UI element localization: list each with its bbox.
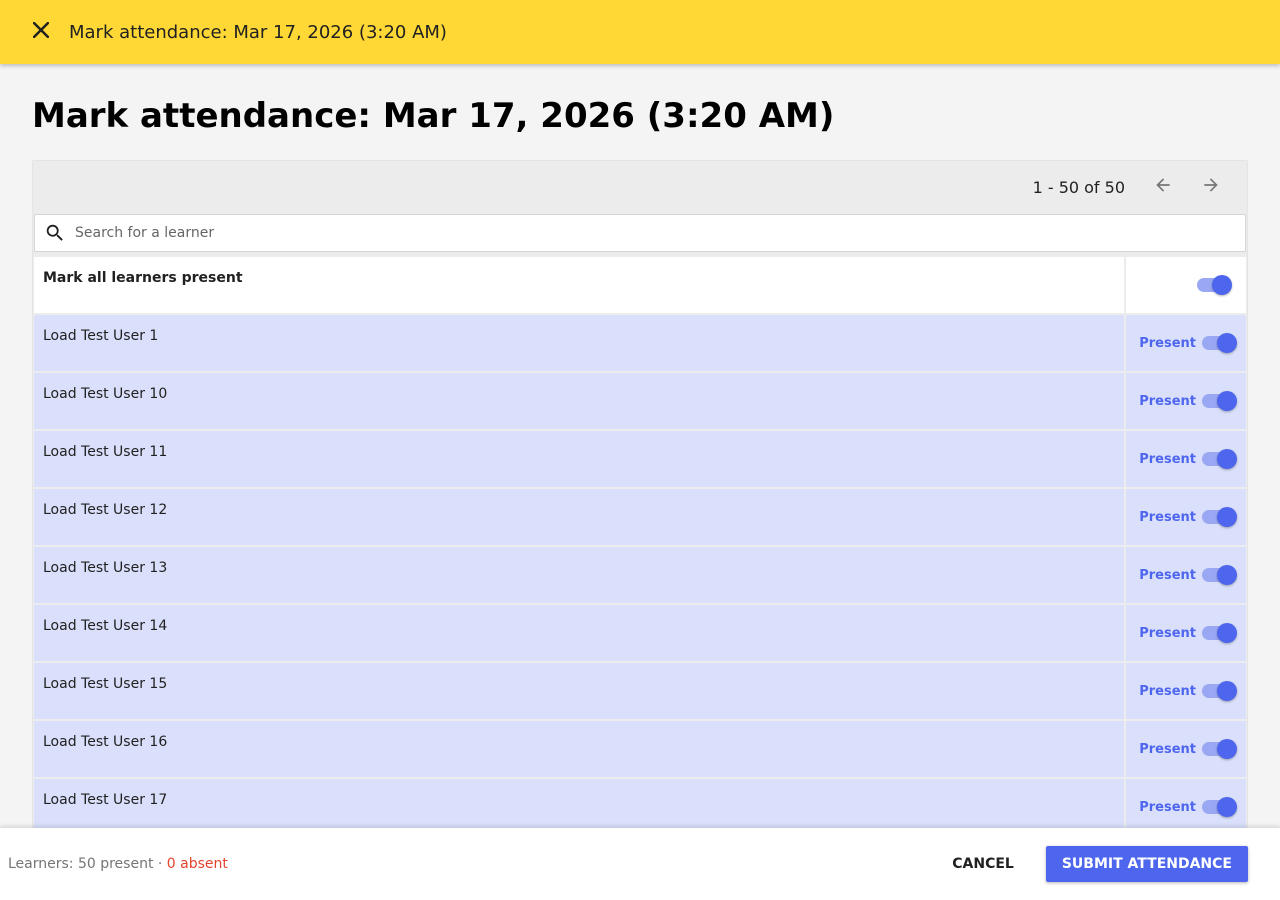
- attendance-toggle[interactable]: [1202, 795, 1238, 819]
- learner-name: Load Test User 17: [34, 779, 1126, 835]
- attendance-status-label: Present: [1139, 567, 1196, 583]
- mark-all-toggle[interactable]: [1197, 273, 1233, 297]
- next-page-button[interactable]: [1191, 167, 1231, 207]
- close-button[interactable]: [21, 12, 61, 52]
- learner-row: Load Test User 10 Present: [34, 373, 1246, 431]
- app-bar-title: Mark attendance: Mar 17, 2026 (3:20 AM): [69, 21, 447, 43]
- attendance-toggle[interactable]: [1202, 447, 1238, 471]
- learner-row: Load Test User 13 Present: [34, 547, 1246, 605]
- pagination-range: 1 - 50 of 50: [1032, 177, 1125, 197]
- learner-name: Load Test User 1: [34, 315, 1126, 371]
- attendance-summary: Learners: 50 present · 0 absent: [8, 856, 228, 872]
- learner-name: Load Test User 11: [34, 431, 1126, 487]
- previous-page-button[interactable]: [1143, 167, 1183, 207]
- app-bar: Mark attendance: Mar 17, 2026 (3:20 AM): [0, 0, 1280, 64]
- learner-row: Load Test User 16 Present: [34, 721, 1246, 779]
- attendance-status-label: Present: [1139, 741, 1196, 757]
- attendance-toggle[interactable]: [1202, 331, 1238, 355]
- present-count: Learners: 50 present ·: [8, 856, 167, 872]
- learner-name: Load Test User 16: [34, 721, 1126, 777]
- attendance-status-label: Present: [1139, 799, 1196, 815]
- search-input[interactable]: [73, 216, 1245, 250]
- learner-row: Load Test User 1 Present: [34, 315, 1246, 373]
- absent-count: 0 absent: [166, 856, 228, 872]
- close-icon: [32, 21, 50, 42]
- attendance-toggle[interactable]: [1202, 505, 1238, 529]
- attendance-card: 1 - 50 of 50 Mark all learners present: [32, 160, 1248, 860]
- learner-row: Load Test User 11 Present: [34, 431, 1246, 489]
- attendance-toggle[interactable]: [1202, 389, 1238, 413]
- attendance-status-label: Present: [1139, 451, 1196, 467]
- learner-name: Load Test User 13: [34, 547, 1126, 603]
- attendance-status-label: Present: [1139, 683, 1196, 699]
- mark-all-row: Mark all learners present: [34, 257, 1246, 315]
- pagination: 1 - 50 of 50: [33, 161, 1247, 213]
- attendance-status-label: Present: [1139, 335, 1196, 351]
- learner-row: Load Test User 14 Present: [34, 605, 1246, 663]
- learner-name: Load Test User 15: [34, 663, 1126, 719]
- attendance-status-label: Present: [1139, 625, 1196, 641]
- attendance-toggle[interactable]: [1202, 563, 1238, 587]
- arrow-back-icon: [1153, 175, 1173, 199]
- learner-search: [34, 214, 1246, 252]
- learner-name: Load Test User 12: [34, 489, 1126, 545]
- mark-all-label: Mark all learners present: [34, 257, 1126, 313]
- attendance-toggle[interactable]: [1202, 679, 1238, 703]
- learner-row: Load Test User 15 Present: [34, 663, 1246, 721]
- learner-row: Load Test User 12 Present: [34, 489, 1246, 547]
- attendance-status-label: Present: [1139, 393, 1196, 409]
- submit-attendance-button[interactable]: SUBMIT ATTENDANCE: [1045, 846, 1248, 882]
- footer-bar: Learners: 50 present · 0 absent CANCEL S…: [0, 828, 1280, 900]
- cancel-button[interactable]: CANCEL: [936, 846, 1030, 882]
- learner-name: Load Test User 10: [34, 373, 1126, 429]
- arrow-forward-icon: [1201, 175, 1221, 199]
- attendance-status-label: Present: [1139, 509, 1196, 525]
- learner-name: Load Test User 14: [34, 605, 1126, 661]
- attendance-toggle[interactable]: [1202, 737, 1238, 761]
- attendance-toggle[interactable]: [1202, 621, 1238, 645]
- page-title: Mark attendance: Mar 17, 2026 (3:20 AM): [32, 96, 835, 136]
- search-icon: [37, 222, 73, 244]
- learner-list: Mark all learners present Load Test User…: [33, 257, 1247, 837]
